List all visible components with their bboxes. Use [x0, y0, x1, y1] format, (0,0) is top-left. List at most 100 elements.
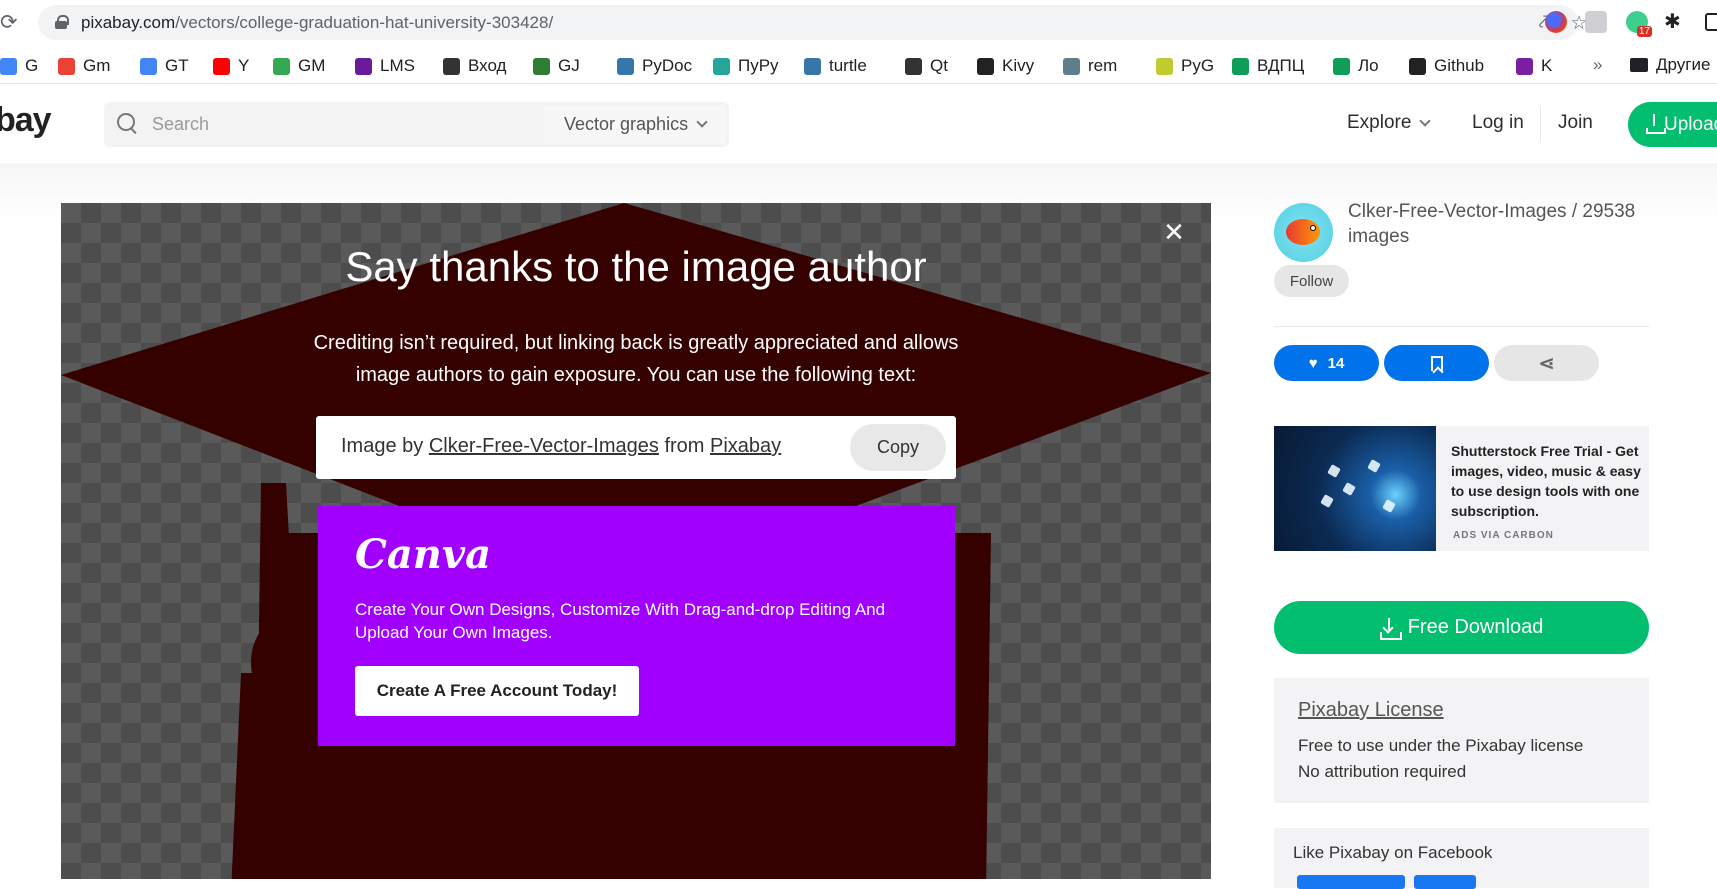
credit-site-link[interactable]: Pixabay	[710, 435, 781, 457]
license-line-2: No attribution required	[1298, 762, 1467, 781]
explore-menu[interactable]: Explore	[1347, 112, 1432, 134]
fish-icon	[1286, 219, 1320, 245]
folder-icon	[1630, 58, 1648, 72]
bookmark-label: GM	[298, 56, 326, 75]
bookmark-favicon-icon	[273, 57, 290, 75]
like-button[interactable]: ♥ 14	[1274, 345, 1379, 381]
close-modal-button[interactable]: ✕	[1161, 219, 1187, 245]
bookmark-favicon-icon	[355, 57, 372, 75]
extension-badge: 17	[1636, 26, 1652, 37]
author-name-link[interactable]: Clker-Free-Vector-Images / 29538 images	[1348, 199, 1648, 249]
login-link[interactable]: Log in	[1472, 112, 1524, 134]
bookmark-item[interactable]: K	[1516, 55, 1552, 77]
canva-signup-button[interactable]: Create A Free Account Today!	[355, 666, 639, 716]
ad-image-hexagon	[1327, 464, 1341, 478]
ad-via-label[interactable]: ADS VIA CARBON	[1453, 530, 1554, 541]
bookmark-label: Вход	[468, 56, 507, 75]
carbon-ad[interactable]: Shutterstock Free Trial - Get images, vi…	[1274, 426, 1649, 551]
bookmark-item[interactable]: LMS	[355, 55, 415, 77]
bookmark-item[interactable]: Github	[1409, 55, 1484, 77]
bookmarks-overflow-button[interactable]: »	[1593, 55, 1602, 75]
ad-image-hexagon	[1342, 482, 1356, 496]
bookmark-item[interactable]: Ло	[1333, 55, 1379, 77]
bookmark-item[interactable]: GM	[273, 55, 325, 77]
bookmark-item[interactable]: ПуРу	[713, 55, 779, 77]
browser-toolbar: ⟳ pixabay.com/vectors/college-graduation…	[0, 0, 1717, 46]
join-link[interactable]: Join	[1558, 112, 1593, 134]
bookmark-label: LMS	[380, 56, 415, 75]
upload-label: Upload	[1664, 113, 1717, 135]
bookmark-label: PyDoc	[642, 56, 693, 75]
author-avatar[interactable]	[1274, 203, 1333, 262]
bookmark-favicon-icon	[1333, 57, 1350, 75]
firefox-extension-icon[interactable]	[1545, 11, 1567, 33]
bookmark-favicon-icon	[1232, 57, 1249, 75]
bookmark-favicon-icon	[977, 57, 994, 75]
credit-author-link[interactable]: Clker-Free-Vector-Images	[429, 435, 659, 457]
search-icon[interactable]	[117, 113, 139, 135]
upload-button[interactable]: Upload	[1628, 102, 1717, 147]
grammar-extension-icon[interactable]: 17	[1626, 11, 1652, 37]
canva-logo: Canva	[355, 531, 491, 578]
nav-divider	[1540, 107, 1541, 141]
bookmark-item[interactable]: Qt	[905, 55, 948, 77]
modal-title: Say thanks to the image author	[345, 243, 927, 290]
bookmark-item[interactable]: rem	[1063, 55, 1117, 77]
facebook-like-button[interactable]	[1297, 875, 1405, 889]
follow-button[interactable]: Follow	[1274, 265, 1349, 297]
bookmark-label: Y	[238, 56, 250, 75]
search-bar: Vector graphics	[104, 102, 729, 147]
other-bookmarks-folder[interactable]: Другие	[1630, 55, 1710, 75]
share-button[interactable]: ⋖	[1494, 345, 1599, 381]
facebook-share-button[interactable]	[1414, 875, 1476, 889]
license-link[interactable]: Pixabay License	[1298, 699, 1444, 722]
bookmark-favicon-icon	[533, 57, 550, 75]
address-bar[interactable]: pixabay.com/vectors/college-graduation-h…	[38, 5, 1588, 40]
bookmark-item[interactable]: Вход	[443, 55, 506, 77]
bookmark-button[interactable]	[1384, 345, 1489, 381]
url-text[interactable]: pixabay.com/vectors/college-graduation-h…	[81, 13, 553, 33]
bookmarks-bar: » Другие G Gm GT Y GM LMS Вход GJ PyDoc ПуРу turtl…	[0, 46, 1717, 84]
bookmark-favicon-icon	[443, 57, 460, 75]
extensions-puzzle-icon[interactable]: ✱	[1664, 9, 1681, 34]
site-header: bay Vector graphics Explore Log in Join …	[0, 85, 1717, 163]
bookmark-item[interactable]: PyDoc	[617, 55, 692, 77]
share-icon: ⋖	[1538, 352, 1555, 375]
bookmark-label: GT	[165, 56, 189, 75]
bookmark-favicon-icon	[140, 57, 157, 75]
bookmark-item[interactable]: Y	[213, 55, 249, 77]
explore-label: Explore	[1347, 112, 1412, 133]
side-panel-icon[interactable]	[1705, 13, 1717, 31]
bookmark-item[interactable]: GT	[140, 55, 189, 77]
media-type-label: Vector graphics	[564, 114, 689, 134]
copy-button[interactable]: Copy	[850, 424, 946, 471]
bookmark-label: Gm	[83, 56, 111, 75]
bookmark-label: turtle	[829, 56, 867, 75]
free-download-button[interactable]: Free Download	[1274, 601, 1649, 654]
bookmark-label: ВДПЦ	[1257, 56, 1305, 75]
bookmark-label: G	[25, 56, 39, 75]
chevron-down-icon	[1419, 114, 1432, 127]
bookmark-item[interactable]: turtle	[804, 55, 867, 77]
profile-extension-icon[interactable]	[1585, 11, 1607, 33]
canva-ad[interactable]: Canva Create Your Own Designs, Customize…	[318, 506, 955, 746]
reload-icon[interactable]: ⟳	[0, 11, 24, 35]
bookmark-icon	[1430, 355, 1443, 371]
bookmark-label: K	[1541, 56, 1553, 75]
bookmark-item[interactable]: ВДПЦ	[1232, 55, 1304, 77]
bookmark-item[interactable]: GJ	[533, 55, 580, 77]
ad-image-hexagon	[1367, 459, 1381, 473]
lock-icon	[55, 15, 69, 29]
upload-icon	[1646, 114, 1666, 134]
media-type-select[interactable]: Vector graphics	[544, 105, 726, 144]
canva-ad-text: Create Your Own Designs, Customize With …	[355, 600, 886, 642]
bookmark-item[interactable]: Gm	[58, 55, 110, 77]
pixabay-logo[interactable]: bay	[0, 101, 52, 140]
bookmark-item[interactable]: Kivy	[977, 55, 1034, 77]
bookmark-item[interactable]: G	[0, 55, 38, 77]
credit-mid: from	[664, 435, 705, 457]
bookmark-item[interactable]: PyG	[1156, 55, 1214, 77]
bookmark-favicon-icon	[1063, 57, 1080, 75]
ad-image	[1274, 426, 1436, 551]
download-label: Free Download	[1407, 616, 1544, 638]
